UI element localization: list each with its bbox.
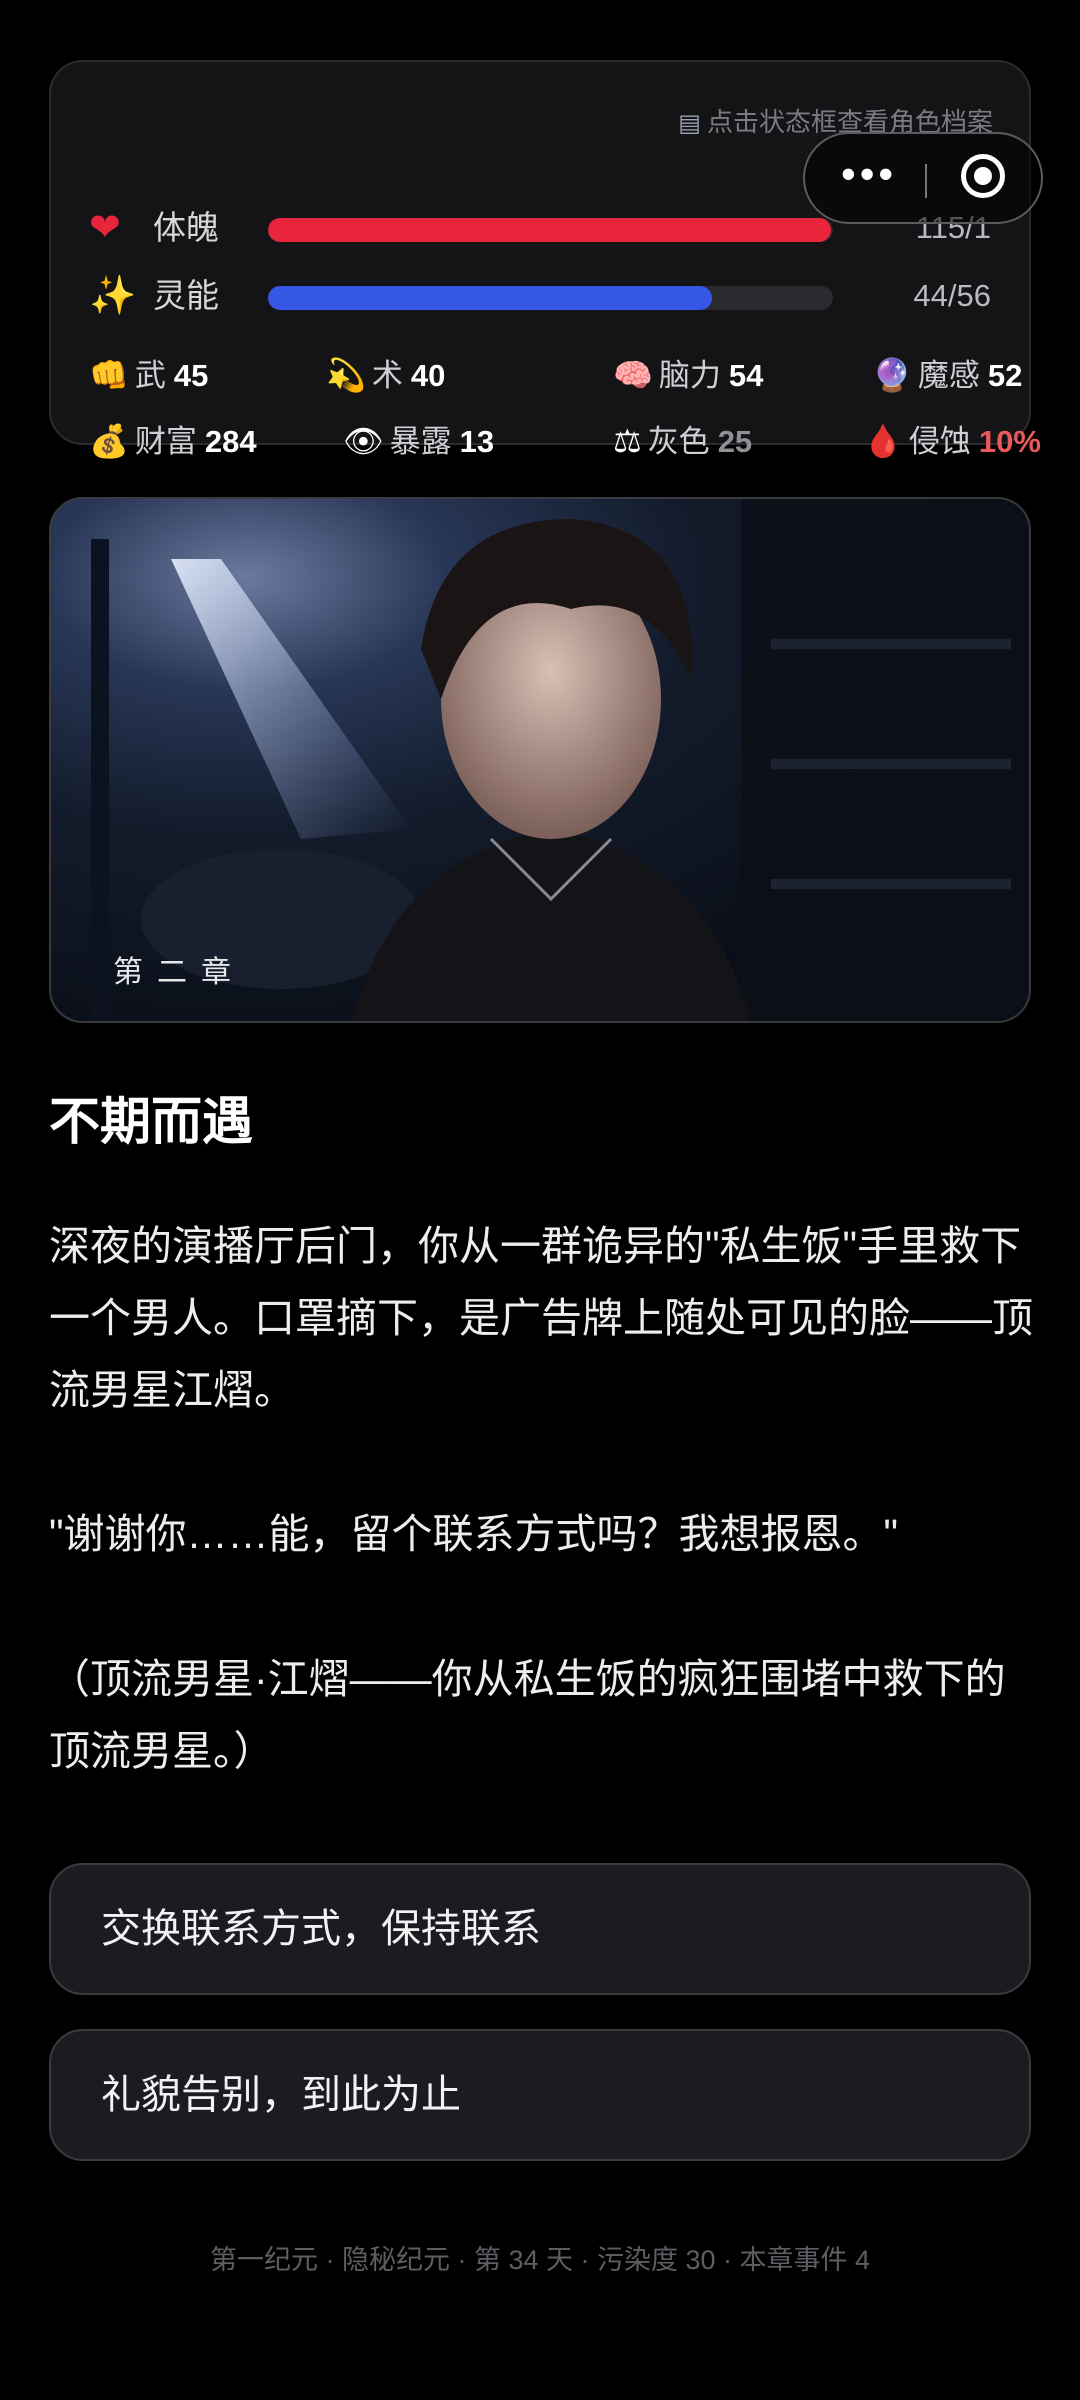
mp-stat-row: ✨ 灵能 44/56 <box>51 272 1029 322</box>
chapter-illustration: 第二章 <box>49 497 1031 1023</box>
illustration-art <box>51 499 1029 1021</box>
money-bag-icon: 💰 <box>89 423 129 459</box>
attr-erosion: 🩸 侵蚀 10% <box>863 423 1041 459</box>
chapter-tag: 第二章 <box>113 956 245 989</box>
hp-bar <box>268 218 833 242</box>
mp-value: 44/56 <box>913 278 991 313</box>
capsule-divider <box>925 164 927 198</box>
chapter-title: 不期而遇 <box>49 1093 254 1150</box>
story-paragraph: （顶流男星·江熠——你从私生饭的疯狂围堵中救下的顶流男星。） <box>49 1656 1006 1774</box>
status-panel[interactable]: ▤ 点击状态框查看角色档案 ❤ 体魄 115/1 ✨ 灵能 44/56 👊 武 45 … <box>49 60 1041 459</box>
hp-label: 体魄 <box>153 209 219 246</box>
scales-icon: ⚖ <box>613 423 642 459</box>
fist-icon: 👊 <box>89 357 129 393</box>
choice-exchange-contact-button[interactable]: 交换联系方式，保持联系 <box>49 1863 1031 1995</box>
more-options-button[interactable]: ••• <box>841 152 897 196</box>
story-paragraph: "谢谢你……能，留个联系方式吗？我想报恩。" <box>49 1511 899 1557</box>
attr-gray: ⚖ 灰色 25 <box>613 423 753 459</box>
attr-exposure: 👁 暴露 13 <box>343 423 495 459</box>
mp-label: 灵能 <box>153 277 219 314</box>
attr-spell: 💫 术 40 <box>326 357 446 393</box>
attr-intellect: 🧠 脑力 54 <box>613 357 764 393</box>
world-status-footer: 第一纪元 · 隐秘纪元 · 第 34 天 · 污染度 30 · 本章事件 4 <box>209 2245 871 2275</box>
eye-icon: 👁 <box>343 423 384 459</box>
sparkle-icon: 💫 <box>326 357 366 393</box>
mp-bar <box>268 286 833 310</box>
choice-polite-farewell-button[interactable]: 礼貌告别，到此为止 <box>49 2029 1031 2161</box>
attr-wealth: 💰 财富 284 <box>89 423 257 459</box>
mini-program-capsule: ••• <box>803 132 1043 224</box>
crystal-ball-icon: 🔮 <box>872 357 912 393</box>
close-target-icon[interactable] <box>961 154 1005 198</box>
attr-magic-sense: 🔮 魔感 52 <box>872 357 1023 393</box>
blood-drop-icon: 🩸 <box>863 423 903 459</box>
mp-bar-fill <box>268 286 713 310</box>
brain-icon: 🧠 <box>613 357 653 393</box>
attr-martial: 👊 武 45 <box>89 357 209 393</box>
heart-icon: ❤ <box>89 207 121 249</box>
sparkles-icon: ✨ <box>89 275 137 317</box>
id-card-icon: ▤ <box>678 110 701 137</box>
hp-bar-fill <box>268 218 831 242</box>
story-paragraph: 深夜的演播厅后门，你从一群诡异的"私生饭"手里救下一个男人。口罩摘下，是广告牌上… <box>49 1223 1033 1413</box>
